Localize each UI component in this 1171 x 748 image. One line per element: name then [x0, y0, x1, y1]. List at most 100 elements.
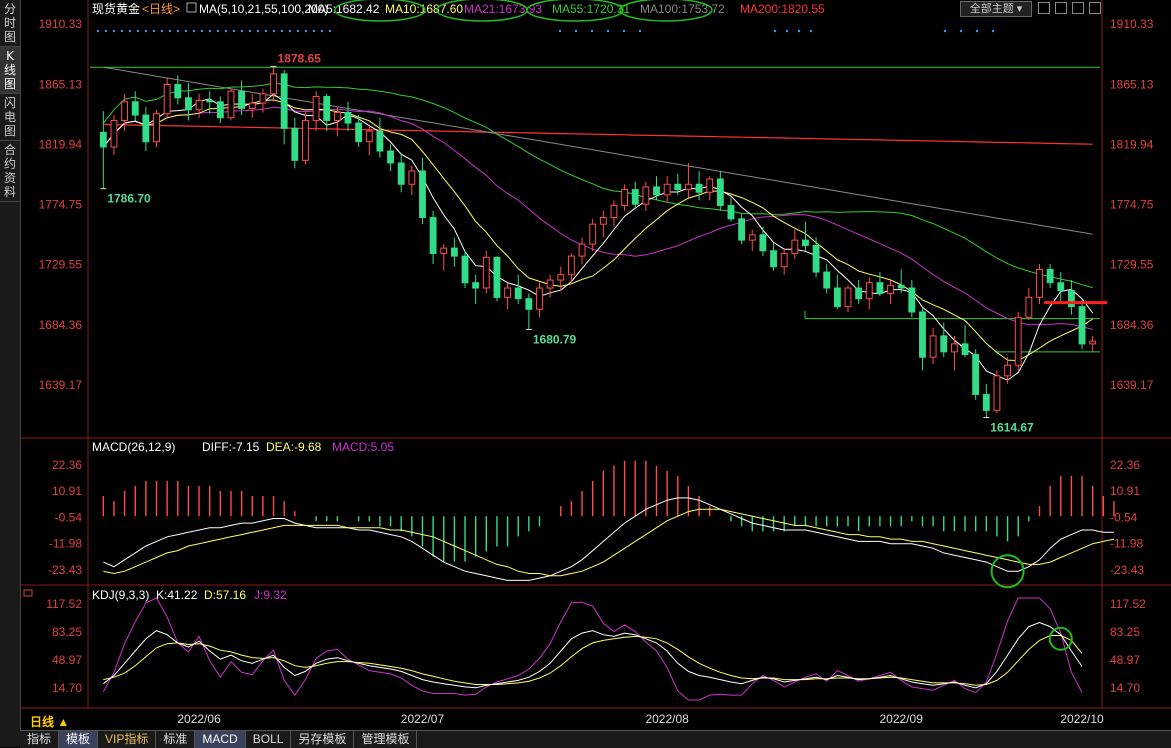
candle-down	[355, 122, 363, 143]
layout-icon[interactable]	[1055, 2, 1067, 14]
signal-dot	[168, 29, 172, 33]
candle-up	[685, 183, 692, 191]
sidebar-tab-char: K	[6, 49, 14, 63]
ma-value-5: MA200:1820.55	[740, 2, 825, 16]
theme-dropdown[interactable]: 全部主题 ▾	[960, 1, 1032, 17]
sidebar-tab-3[interactable]: 合约资料	[0, 141, 20, 202]
chart-canvas[interactable]: 1910.33 1910.33 1865.13 1865.13 1819.94 1819.…	[20, 0, 1171, 730]
candle-up	[887, 284, 894, 294]
signal-dot	[240, 29, 244, 33]
candle-down	[493, 256, 501, 298]
signal-dot	[144, 29, 148, 33]
candle-down	[206, 99, 214, 103]
price-annotation: 1614.67	[990, 420, 1034, 434]
candle-up	[482, 256, 490, 289]
candle-down	[472, 282, 480, 289]
candle-down	[174, 84, 182, 99]
signal-dot	[224, 29, 228, 33]
bottom-tab-5[interactable]: BOLL	[246, 731, 292, 748]
candle-down	[855, 287, 863, 300]
signal-dot	[120, 29, 124, 33]
ma10-line	[102, 99, 1093, 362]
candle-down	[1067, 290, 1075, 308]
bottom-tab-1[interactable]: 模板	[59, 731, 99, 748]
signal-dot	[136, 29, 140, 33]
candle-down	[450, 247, 458, 257]
candle-up	[546, 279, 554, 289]
signal-dot	[200, 29, 204, 33]
candle-up	[365, 130, 373, 143]
sidebar-tab-1[interactable]: K线图	[0, 47, 20, 94]
sidebar-tab-char: 图	[3, 30, 16, 44]
kdj-k: K:41.22	[156, 588, 198, 602]
sidebar-tab-char: 图	[3, 77, 16, 91]
x-axis-label: 2022/06	[177, 712, 221, 726]
candle-down	[514, 287, 522, 300]
candle-up	[929, 335, 937, 358]
period-selector[interactable]: 日线 ▲	[30, 713, 69, 730]
candle-up	[302, 119, 309, 161]
sidebar-tab-2[interactable]: 闪电图	[0, 94, 20, 141]
candle-up	[270, 73, 277, 95]
macd-diff: DIFF:-7.15	[202, 440, 260, 454]
bottom-tab-4[interactable]: MACD	[195, 731, 246, 748]
bottom-tab-2[interactable]: VIP指标	[98, 731, 157, 748]
bottom-tab-3[interactable]: 标准	[156, 731, 196, 748]
candle-down	[185, 97, 192, 111]
bottom-tab-6[interactable]: 另存模板	[291, 731, 355, 748]
ma100-line	[103, 66, 1093, 235]
kdj-tick-right: 83.25	[1110, 625, 1140, 639]
candle-up	[844, 287, 852, 308]
x-axis-label: 2022/07	[401, 712, 445, 726]
macd-label: MACD(26,12,9)	[92, 440, 175, 454]
macd-tick-left: -23.43	[48, 563, 82, 577]
sidebar-tab-0[interactable]: 分时图	[0, 0, 20, 47]
candle-down	[972, 354, 980, 395]
window-mode-icon[interactable]	[1038, 2, 1050, 14]
candle-down	[653, 186, 660, 196]
bottom-tab-0[interactable]: 指标	[20, 731, 60, 748]
restore-icon[interactable]	[1072, 2, 1084, 14]
signal-dot	[104, 29, 108, 33]
candle-down	[1046, 268, 1054, 284]
signal-dot	[797, 29, 801, 33]
bottom-tab-7[interactable]: 管理模板	[354, 731, 418, 748]
macd-tick-left: 22.36	[52, 458, 82, 472]
signal-dot	[176, 29, 180, 33]
candle-up	[536, 287, 543, 310]
candle-down	[940, 335, 948, 353]
signal-dot	[959, 29, 963, 33]
signal-dot	[112, 29, 116, 33]
macd-tick-right: 10.91	[1110, 484, 1140, 498]
candle-up	[1025, 296, 1033, 318]
kdj-tick-right: 14.70	[1110, 681, 1140, 695]
candle-up	[557, 274, 565, 281]
signal-dot	[160, 29, 164, 33]
sidebar-tab-char: 料	[3, 185, 16, 199]
signal-dot	[558, 29, 562, 33]
candle-up	[748, 234, 756, 241]
candle-down	[376, 130, 384, 152]
signal-dot	[785, 29, 789, 33]
bottom-corner	[0, 730, 20, 747]
candle-down	[738, 218, 746, 241]
sidebar-tab-char: 约	[3, 157, 16, 171]
close-panel-icon[interactable]	[1089, 2, 1101, 14]
x-axis-label: 2022/09	[879, 712, 923, 726]
signal-dot	[773, 29, 777, 33]
signal-dot	[272, 29, 276, 33]
signal-dot	[288, 29, 292, 33]
candle-up	[110, 119, 118, 148]
price-tick-left: 1774.75	[39, 198, 83, 212]
candle-down	[631, 189, 639, 205]
candle-up	[791, 239, 799, 254]
sidebar-tab-char: 电	[3, 110, 16, 124]
candle-down	[280, 73, 288, 129]
candle-down	[419, 170, 426, 219]
candle-up	[121, 101, 129, 121]
macd-tick-left: 10.91	[52, 484, 82, 498]
price-tick-left: 1865.13	[39, 77, 83, 91]
signal-dot	[248, 29, 252, 33]
macd-tick-right: -23.43	[1110, 563, 1144, 577]
candle-down	[344, 111, 352, 124]
